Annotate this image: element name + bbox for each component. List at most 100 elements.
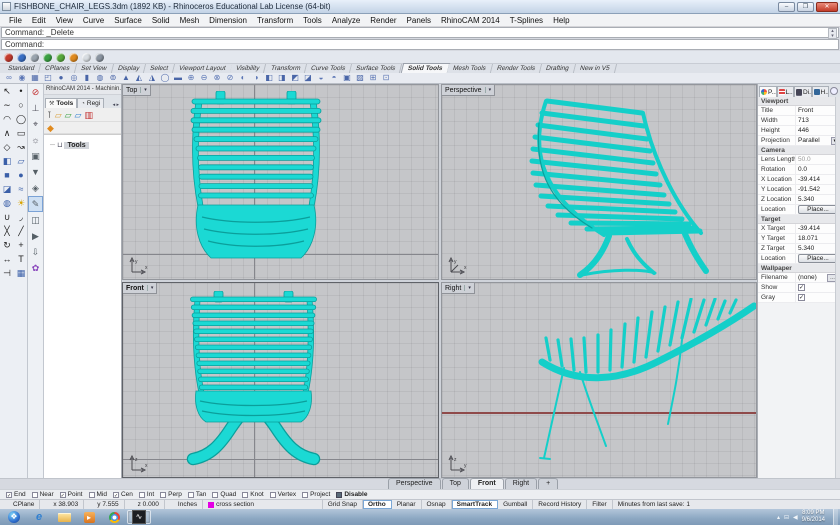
- osnap-toggle[interactable]: Point: [60, 491, 83, 498]
- menu-item[interactable]: Mesh: [175, 16, 205, 25]
- status-cell[interactable]: y 7.555: [84, 500, 124, 509]
- properties-tab[interactable]: P...: [759, 86, 777, 97]
- box-corner-icon[interactable]: ◰: [42, 73, 54, 83]
- show-hidden-icons[interactable]: ▴: [777, 514, 780, 521]
- sphere-icon[interactable]: ●: [55, 73, 67, 83]
- file-explorer-icon[interactable]: [52, 510, 76, 524]
- volume-icon[interactable]: ◀: [793, 514, 798, 521]
- post-process-icon[interactable]: ⇩: [28, 244, 43, 260]
- status-toggle-button[interactable]: Filter: [587, 500, 612, 509]
- create-solid-icon[interactable]: ◉: [16, 73, 28, 83]
- viewport-right-label[interactable]: Right▾: [442, 283, 475, 294]
- menu-item[interactable]: Curve: [78, 16, 109, 25]
- open-tool-library-icon[interactable]: ▱: [55, 109, 62, 121]
- osnap-checkbox[interactable]: [336, 492, 342, 498]
- select-arrow-icon[interactable]: ↖: [0, 84, 14, 98]
- menu-item[interactable]: Tools: [298, 16, 327, 25]
- menu-item[interactable]: T-Splines: [505, 16, 548, 25]
- rhinocam-panel-tab[interactable]: ◔Regi: [77, 98, 104, 108]
- extrude-icon[interactable]: ◪: [0, 182, 14, 196]
- setup-icon[interactable]: ☼: [28, 132, 43, 148]
- toolbar-tab[interactable]: Visibility: [230, 64, 267, 73]
- display-tab[interactable]: Di...: [794, 86, 812, 97]
- rotate-icon[interactable]: ↻: [0, 238, 14, 252]
- toolbar-tab[interactable]: Set View: [75, 64, 114, 73]
- viewport-menu-arrow-icon[interactable]: ▾: [485, 87, 492, 93]
- osnap-checkbox[interactable]: [242, 492, 248, 498]
- polygon-icon[interactable]: ◇: [0, 140, 14, 154]
- osnap-checkbox[interactable]: [32, 492, 38, 498]
- ellipse-icon[interactable]: ◯: [14, 112, 28, 126]
- menu-item[interactable]: Analyze: [327, 16, 365, 25]
- toolbar-tab[interactable]: Transform: [265, 64, 308, 73]
- ellipsoid-icon[interactable]: ◎: [68, 73, 80, 83]
- osnap-toggle[interactable]: Int: [139, 491, 154, 498]
- taskbar-clock[interactable]: 8:09 PM9/6/2014: [802, 510, 825, 524]
- engraving-icon[interactable]: ✎: [28, 196, 43, 212]
- curve-icon[interactable]: ∼: [0, 98, 14, 112]
- menu-item[interactable]: Surface: [109, 16, 147, 25]
- menu-item[interactable]: Transform: [252, 16, 298, 25]
- media-player-icon[interactable]: [77, 510, 101, 524]
- nonmanifold-merge-icon[interactable]: ∞: [3, 73, 15, 83]
- viewport-top[interactable]: Top▾: [122, 84, 439, 280]
- osnap-toggle[interactable]: Quad: [212, 491, 236, 498]
- menu-item[interactable]: File: [4, 16, 27, 25]
- text-icon[interactable]: T: [14, 252, 28, 266]
- rhinocam-red-sphere-icon[interactable]: [4, 53, 13, 62]
- toolbar-tab[interactable]: Display: [111, 64, 146, 73]
- rectangle-icon[interactable]: ▭: [14, 126, 28, 140]
- status-toggle-button[interactable]: Planar: [392, 500, 422, 509]
- toolbar-tab[interactable]: Curve Tools: [305, 64, 352, 73]
- tab-scroll-arrows[interactable]: ◂ ▸: [113, 102, 121, 108]
- toolbar-tab[interactable]: Select: [144, 64, 175, 73]
- rhinocam-green-shield-icon[interactable]: [43, 53, 52, 62]
- osnap-toggle[interactable]: Project: [302, 491, 330, 498]
- viewport-menu-arrow-icon[interactable]: ▾: [140, 87, 147, 93]
- status-toggle-button[interactable]: Record History: [533, 500, 587, 509]
- polyline-icon[interactable]: ∧: [0, 126, 14, 140]
- fillet-edge-icon[interactable]: ◒: [315, 73, 327, 83]
- start-button[interactable]: [2, 510, 26, 524]
- network-icon[interactable]: ⊟: [784, 514, 789, 521]
- status-toggle-button[interactable]: Gumball: [498, 500, 533, 509]
- menu-item[interactable]: Help: [548, 16, 574, 25]
- internet-explorer-icon[interactable]: [27, 510, 51, 524]
- menu-item[interactable]: Render: [365, 16, 401, 25]
- toolbar-tab[interactable]: New in V5: [574, 64, 617, 73]
- boolean-difference-icon[interactable]: ⊖: [198, 73, 210, 83]
- cap-holes-icon[interactable]: ◩: [289, 73, 301, 83]
- osnap-toggle[interactable]: Perp: [160, 491, 182, 498]
- wire-cut-icon[interactable]: ▨: [354, 73, 366, 83]
- osnap-toggle[interactable]: Tan: [188, 491, 206, 498]
- status-cell[interactable]: z 0.000: [125, 500, 165, 509]
- osnap-checkbox[interactable]: [113, 492, 119, 498]
- cutting-icon[interactable]: ◫: [28, 212, 43, 228]
- osnap-checkbox[interactable]: [188, 492, 194, 498]
- viewport-menu-arrow-icon[interactable]: ▾: [464, 285, 471, 291]
- chrome-icon[interactable]: [102, 510, 126, 524]
- trim-icon[interactable]: ╳: [0, 224, 14, 238]
- status-toggle-button[interactable]: Grid Snap: [323, 500, 363, 509]
- viewport-tab[interactable]: Perspective: [388, 478, 441, 489]
- viewport-perspective[interactable]: Perspective▾: [441, 84, 757, 280]
- arc-icon[interactable]: ◠: [0, 112, 14, 126]
- viewport-front-label[interactable]: Front▾: [123, 283, 157, 294]
- mesh-grid-icon[interactable]: ▦: [14, 266, 28, 280]
- rhinocam-green-cube-icon[interactable]: [56, 53, 65, 62]
- viewport-front[interactable]: Front▾: [122, 282, 439, 478]
- shell-icon[interactable]: ▣: [341, 73, 353, 83]
- viewport-perspective-label[interactable]: Perspective▾: [442, 85, 495, 96]
- box-icon[interactable]: ▦: [29, 73, 41, 83]
- viewport-tab[interactable]: Front: [470, 478, 504, 489]
- extract-surface-icon[interactable]: ◪: [302, 73, 314, 83]
- viewport-tab[interactable]: Right: [505, 478, 537, 489]
- viewport-tab[interactable]: Top: [442, 478, 469, 489]
- boolean-split-icon[interactable]: ⊘: [224, 73, 236, 83]
- save-tool-library-icon[interactable]: ▱: [65, 109, 72, 121]
- boolean-icon[interactable]: ◍: [0, 196, 14, 210]
- pipe-icon[interactable]: ⊚: [107, 73, 119, 83]
- toolbar-tab[interactable]: CPlanes: [39, 64, 77, 73]
- help-tab[interactable]: H...: [812, 86, 830, 97]
- delete-tool-icon[interactable]: ▥: [84, 109, 93, 121]
